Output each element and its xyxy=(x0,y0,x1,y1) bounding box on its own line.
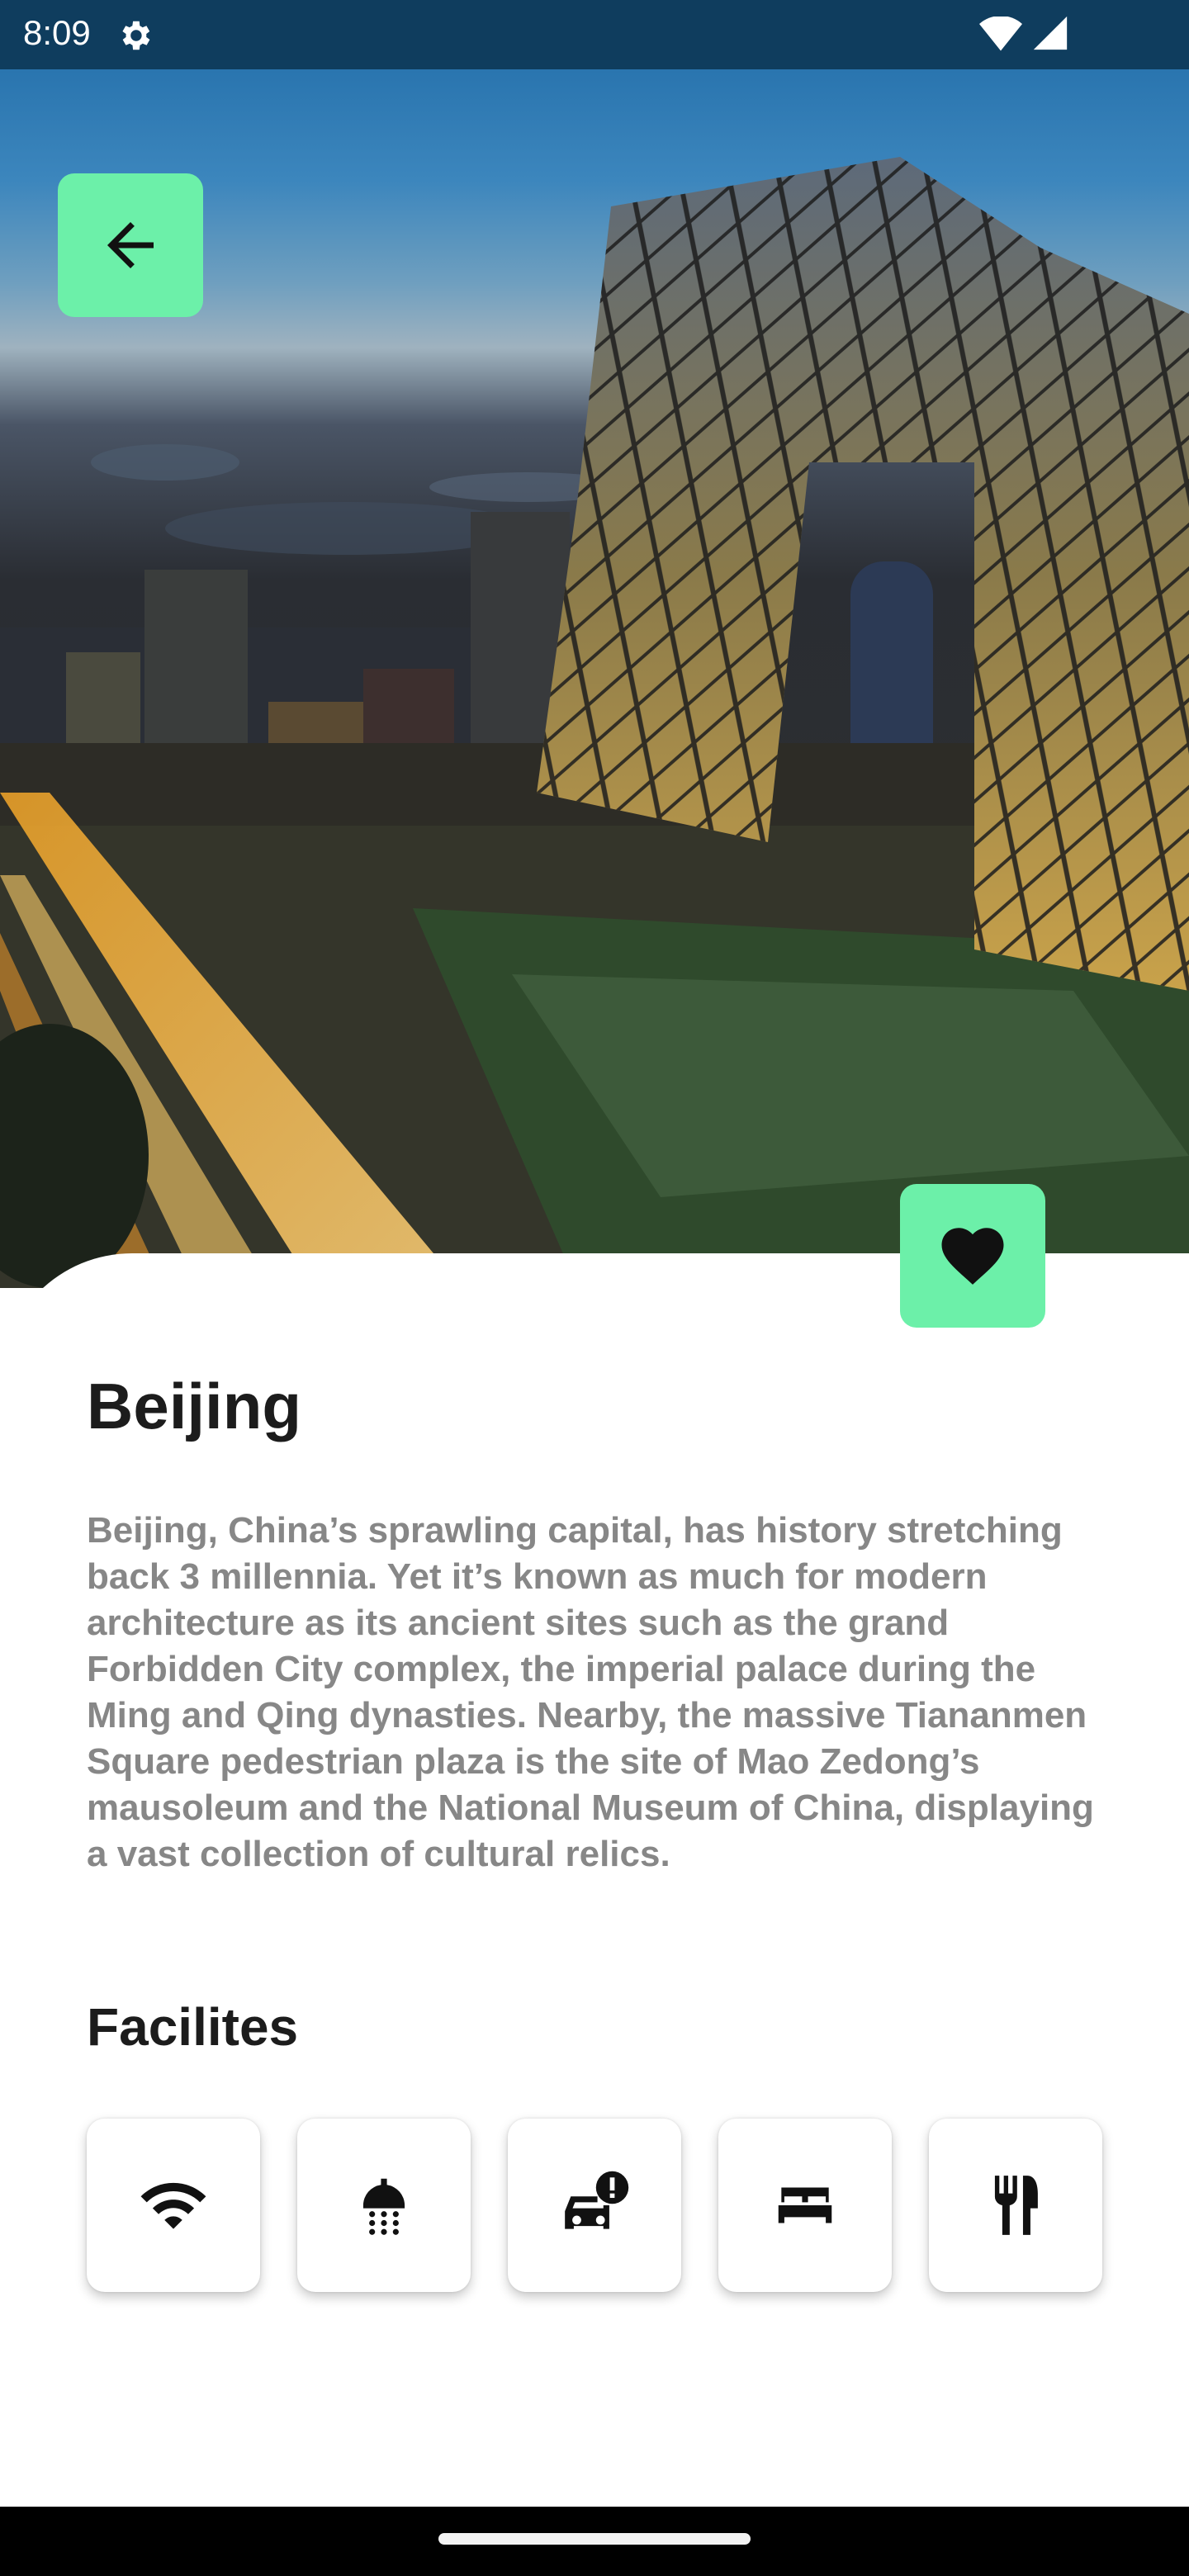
status-bar: 8:09 xyxy=(0,0,1189,69)
system-nav-bar xyxy=(0,2507,1189,2576)
home-indicator[interactable] xyxy=(438,2533,751,2545)
details-sheet: Beijing Beijing, China’s sprawling capit… xyxy=(0,1253,1189,2508)
facility-wifi[interactable] xyxy=(87,2119,260,2292)
place-title: Beijing xyxy=(87,1370,302,1442)
status-time: 8:09 xyxy=(23,13,91,52)
wifi-icon xyxy=(140,2182,206,2229)
favorite-button[interactable] xyxy=(900,1184,1045,1328)
signal-icon xyxy=(1033,16,1068,50)
facilities-list xyxy=(87,2119,1102,2294)
gear-icon xyxy=(122,21,150,50)
car-alert-icon xyxy=(565,2171,629,2229)
facility-car-alert[interactable] xyxy=(508,2119,681,2292)
restaurant-icon xyxy=(994,2176,1038,2235)
facility-shower[interactable] xyxy=(297,2119,471,2292)
arrow-left-icon xyxy=(107,222,154,268)
wifi-icon xyxy=(979,17,1022,51)
heart-icon xyxy=(941,1228,1004,1285)
bed-icon xyxy=(778,2187,832,2223)
shower-icon xyxy=(362,2178,405,2235)
place-description: Beijing, China’s sprawling capital, has … xyxy=(87,1510,1094,1874)
facility-restaurant[interactable] xyxy=(929,2119,1102,2292)
facility-bed[interactable] xyxy=(718,2119,892,2292)
back-button[interactable] xyxy=(58,173,203,317)
facilities-title: Facilites xyxy=(87,1997,299,2057)
